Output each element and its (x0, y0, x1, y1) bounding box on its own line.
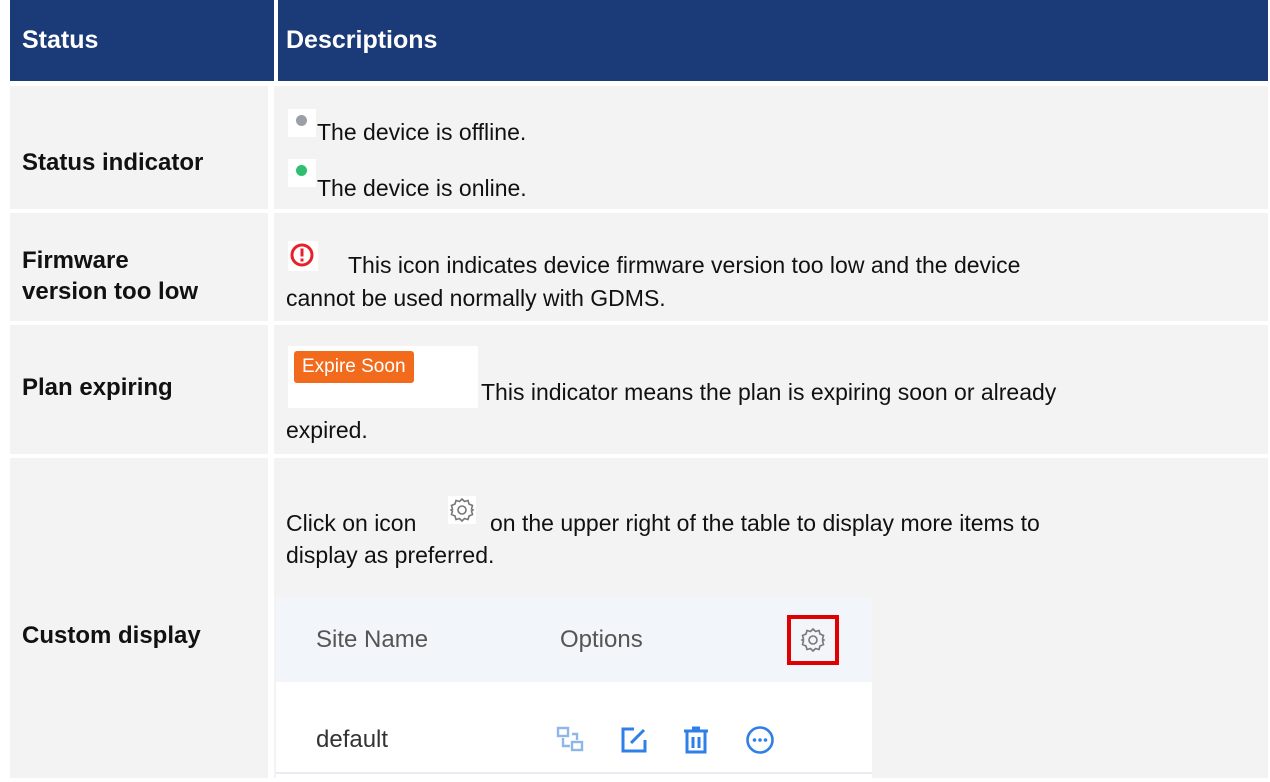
edit-icon[interactable] (618, 724, 650, 756)
status-cell: Plan expiring (10, 325, 268, 454)
column-options: Options (560, 626, 643, 653)
offline-text: The device is offline. (317, 119, 527, 145)
online-text: The device is online. (317, 175, 527, 201)
table-row: Plan expiring Expire Soon This indicator… (10, 325, 1268, 454)
more-options-icon[interactable] (744, 724, 776, 756)
description-cell: The device is offline. The device is onl… (274, 86, 1268, 209)
header-descriptions: Descriptions (286, 26, 438, 54)
row-label: Status indicator (22, 149, 204, 176)
site-table-header: Site Name Options (276, 598, 872, 682)
column-site-name: Site Name (316, 626, 429, 653)
description-cell: This icon indicates device firmware vers… (274, 213, 1268, 321)
gear-icon (448, 496, 476, 524)
status-cell: Firmware version too low (10, 213, 268, 321)
table-header: Status Descriptions (10, 0, 1268, 81)
row-label: Custom display (22, 622, 201, 649)
description-cell: Expire Soon This indicator means the pla… (274, 325, 1268, 454)
site-name-default: default (316, 726, 389, 753)
site-switch-icon[interactable] (554, 724, 586, 756)
row-label: Plan expiring (22, 374, 173, 401)
row-label-line1: Firmware (22, 247, 129, 274)
expire-soon-badge: Expire Soon (288, 346, 478, 408)
green-dot-icon (288, 159, 316, 187)
status-cell: Status indicator (10, 86, 268, 209)
expire-soon-badge-label: Expire Soon (294, 351, 414, 383)
custom-text-line2: display as preferred. (286, 542, 495, 568)
table-row: Firmware version too low This icon indic… (10, 213, 1268, 321)
custom-text-line1-a: Click on icon (286, 510, 417, 536)
settings-gear-button[interactable] (787, 615, 839, 665)
site-table-divider (276, 772, 872, 774)
gray-dot-icon (288, 109, 316, 137)
header-status: Status (22, 26, 99, 54)
plan-text-line2: expired. (286, 417, 368, 443)
plan-text-line1: This indicator means the plan is expirin… (481, 379, 1057, 405)
site-table-preview: Site Name Options default (276, 598, 872, 778)
firmware-text-line1: This icon indicates device firmware vers… (348, 252, 1021, 278)
table-row: Status indicator The device is offline. … (10, 86, 1268, 209)
custom-text-line1-b: on the upper right of the table to displ… (490, 510, 1040, 536)
status-descriptions-table: Status Descriptions Status indicator The… (10, 0, 1268, 778)
header-divider (274, 0, 278, 81)
delete-icon[interactable] (680, 724, 712, 756)
row-label-line2: version too low (22, 278, 199, 305)
status-cell: Custom display (10, 458, 268, 778)
warning-circle-icon (288, 241, 318, 271)
firmware-text-line2: cannot be used normally with GDMS. (286, 285, 666, 311)
